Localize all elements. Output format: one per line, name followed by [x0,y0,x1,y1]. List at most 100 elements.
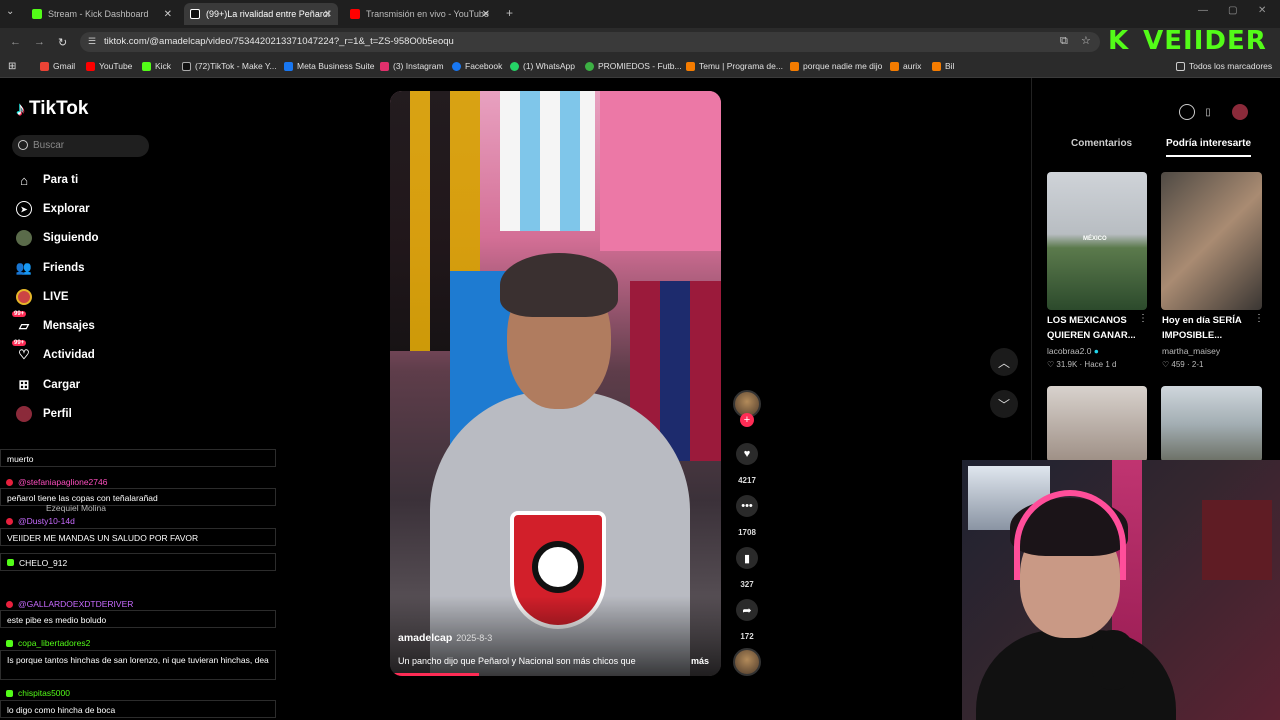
apps-grid-icon[interactable]: ⊞ [8,61,16,72]
tab-list-chevron-icon[interactable]: ⌄ [6,6,14,17]
previous-video-button[interactable]: ︿ [990,348,1018,376]
bookmark-label: Bil [945,61,955,71]
compass-icon[interactable] [1179,104,1195,120]
tiktok-logo[interactable]: ♪ TikTok [16,98,88,120]
tab-tiktok-video[interactable]: (99+)La rivalidad entre Peñarol ✕ [184,3,338,25]
minimize-window-icon[interactable]: — [1198,5,1208,16]
instagram-icon [380,61,389,71]
user-badge-icon [6,478,13,486]
bookmark-icon: ▮ [743,552,751,565]
share-button[interactable]: ➦ [736,599,758,621]
all-bookmarks-folder[interactable]: Todos los marcadores [1176,61,1272,71]
bookmark-label: (3) Instagram [393,61,444,71]
video-progress-bar[interactable] [390,673,480,676]
search-input[interactable]: Buscar [12,135,149,157]
bookmark-aurix[interactable]: aurix [890,61,921,71]
nav-live[interactable]: LIVE [16,287,69,307]
card-title[interactable]: Hoy en día SERÍA IMPOSIBLE... [1162,313,1258,343]
bookmark-instagram[interactable]: (3) Instagram [380,61,444,71]
nav-explorar[interactable]: ➤ Explorar [16,199,90,219]
sound-disc-icon[interactable] [733,648,761,676]
nav-friends[interactable]: 👥 Friends [16,258,85,278]
forward-icon[interactable]: → [34,36,45,48]
close-tab-icon[interactable]: ✕ [324,9,332,20]
bookmark-label: YouTube [99,61,133,71]
tab-youtube-live[interactable]: Transmisión en vivo - YouTube ✕ [344,3,496,25]
more-options-icon[interactable]: ⋮ [1254,313,1264,324]
bookmark-meta[interactable]: Meta Business Suite [284,61,374,71]
bookmark-kick[interactable]: Kick [142,61,171,71]
back-icon[interactable]: ← [10,36,21,48]
bookmark-promiedos[interactable]: PROMIEDOS - Futb... [585,61,682,71]
nav-para-ti[interactable]: ⌂ Para ti [16,170,78,190]
whatsapp-icon [510,61,519,71]
chat-text: Is porque tantos hinchas de san lorenzo,… [7,655,269,665]
bookmark-star-icon[interactable]: ☆ [1081,34,1091,47]
more-button[interactable]: más [691,656,709,666]
bookmark-facebook[interactable]: Facebook [452,61,502,71]
recommended-thumb[interactable] [1161,386,1262,462]
facebook-icon [452,61,461,71]
user-badge-icon [6,600,13,608]
chat-username: chispitas5000 [0,686,276,700]
nav-label: Actividad [43,349,95,361]
bookmark-youtube[interactable]: YouTube [86,61,132,71]
search-icon [18,140,28,150]
bookmark-porque[interactable]: porque nadie me dijo [790,61,882,71]
bookmark-temu[interactable]: Temu | Programa de... [686,61,783,71]
kick-badge-icon [6,639,13,647]
card-author[interactable]: martha_maisey [1162,346,1220,356]
address-bar[interactable]: ☰ tiktok.com/@amadelcap/video/7534420213… [80,32,1100,52]
follow-plus-icon[interactable]: + [740,413,754,427]
tab-label: Transmisión en vivo - YouTube [366,9,489,19]
close-tab-icon[interactable]: ✕ [164,9,172,20]
heart-outline-icon: ♡ [1162,360,1172,369]
browser-toolbar: ← → ↻ ☰ tiktok.com/@amadelcap/video/7534… [0,28,1280,56]
bookmark-tiktok[interactable]: (72)TikTok - Make Y... [182,61,277,71]
more-options-icon[interactable]: ⋮ [1138,313,1148,324]
video-author[interactable]: amadelcap 2025-8-3 [398,632,492,644]
bookmark-whatsapp[interactable]: (1) WhatsApp [510,61,575,71]
user-avatar[interactable] [1232,104,1248,120]
recommended-thumb[interactable] [1161,172,1262,310]
nav-label: Para ti [43,174,79,186]
card-title[interactable]: LOS MEXICANOS QUIEREN GANAR... [1047,313,1143,343]
live-icon [16,289,32,305]
nav-siguiendo[interactable]: Siguiendo [16,228,99,248]
save-button[interactable]: ▮ [736,547,758,569]
like-button[interactable]: ♥ [736,443,758,465]
maximize-window-icon[interactable]: ▢ [1228,5,1237,16]
club-crest-emblem [532,541,584,593]
bookmark-label: (1) WhatsApp [523,61,575,71]
nav-cargar[interactable]: ⊞ Cargar [16,375,81,395]
next-video-button[interactable]: ﹀ [990,390,1018,418]
nav-perfil[interactable]: Perfil [16,404,72,424]
tab-kick-dashboard[interactable]: Stream - Kick Dashboard ✕ [26,3,178,25]
close-tab-icon[interactable]: ✕ [482,9,490,20]
kick-badge-icon [6,689,13,697]
close-window-icon[interactable]: ✕ [1258,5,1266,16]
comment-button[interactable]: ••• [736,495,758,517]
bookmark-gmail[interactable]: Gmail [40,61,75,71]
chat-text: VEIIDER ME MANDAS UN SALUDO POR FAVOR [7,533,199,543]
bookmark-bil[interactable]: Bil [932,61,954,71]
nav-mensajes[interactable]: ▱ 99+ Mensajes [12,311,95,336]
kick-icon [142,61,151,71]
recommended-thumb[interactable]: MÉXICO [1047,172,1147,310]
device-icon[interactable]: ▯ [1200,104,1216,120]
streamer-brand-logo: K VEIIDER [1108,26,1267,56]
recommended-thumb[interactable] [1047,386,1147,462]
site-info-icon[interactable]: ☰ [88,36,96,47]
video-player[interactable]: amadelcap 2025-8-3 Un pancho dijo que Peñ… [390,91,721,676]
comment-count: 1708 [738,528,756,537]
like-count: 4217 [738,476,756,485]
card-author[interactable]: lacobraa2.0 ● [1047,346,1099,356]
card-stats: ♡ 459 · 2-1 [1162,360,1203,369]
tab-podria-interesarte[interactable]: Podría interesarte [1166,138,1252,157]
reload-icon[interactable]: ↻ [58,36,67,49]
tab-comentarios[interactable]: Comentarios [1071,138,1132,149]
new-tab-icon[interactable]: + [506,6,513,20]
install-app-icon[interactable]: ⧉ [1060,35,1068,48]
nav-label: Cargar [43,379,81,391]
nav-actividad[interactable]: ♡ 99+ Actividad [12,340,95,365]
